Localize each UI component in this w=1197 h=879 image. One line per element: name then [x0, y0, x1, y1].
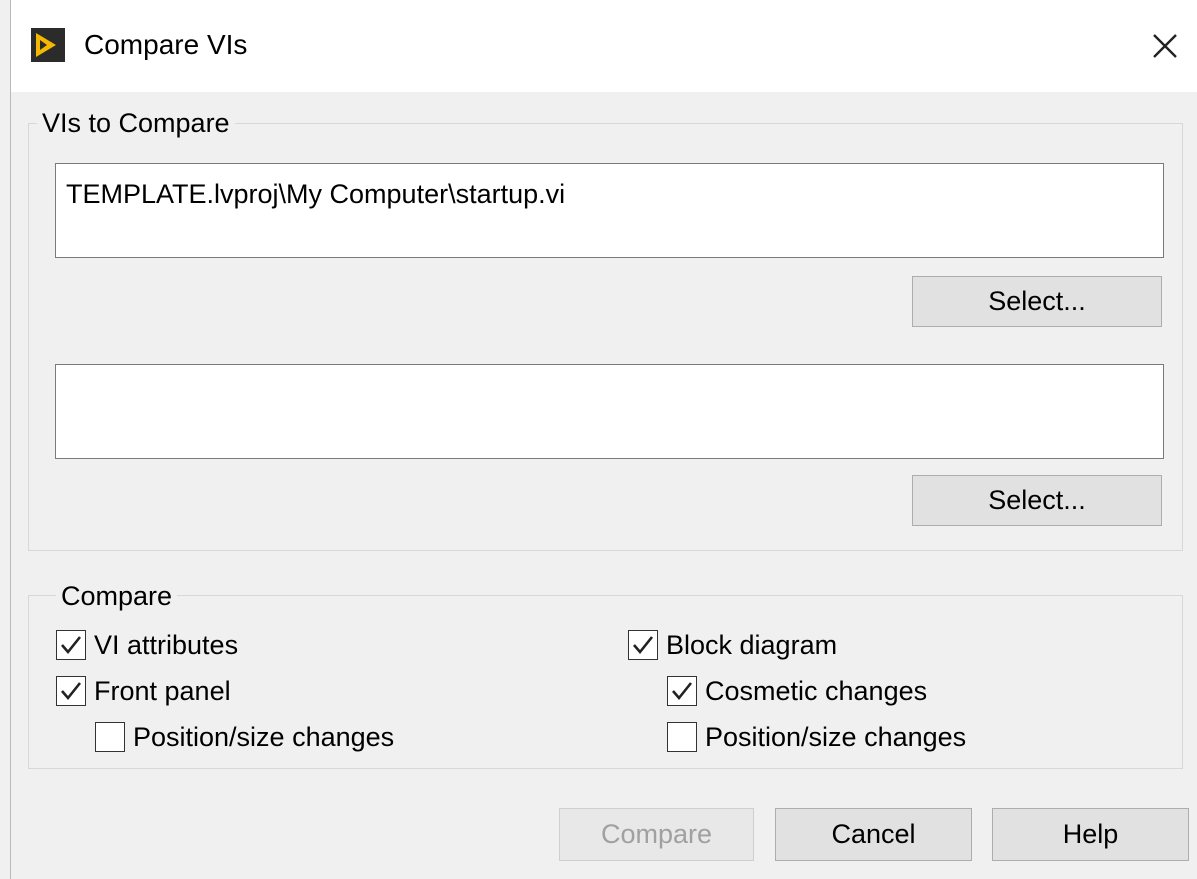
- vis-to-compare-title: VIs to Compare: [37, 107, 235, 139]
- labview-icon: [31, 28, 65, 62]
- checkbox-label: Position/size changes: [705, 722, 967, 752]
- checkbox-box[interactable]: [628, 630, 658, 660]
- vi-attributes-checkbox[interactable]: VI attributes: [56, 629, 238, 661]
- checkbox-label: Block diagram: [666, 630, 838, 660]
- window-title: Compare VIs: [84, 29, 248, 60]
- cancel-button[interactable]: Cancel: [775, 808, 972, 861]
- block-diagram-checkbox[interactable]: Block diagram: [628, 629, 837, 661]
- checkmark-icon: [672, 682, 693, 701]
- checkbox-box[interactable]: [56, 630, 86, 660]
- fp-position-size-checkbox[interactable]: Position/size changes: [95, 721, 394, 753]
- bd-cosmetic-changes-checkbox[interactable]: Cosmetic changes: [667, 675, 927, 707]
- vi1-select-button[interactable]: Select...: [912, 276, 1162, 327]
- bd-position-size-checkbox[interactable]: Position/size changes: [667, 721, 966, 753]
- compare-button[interactable]: Compare: [559, 808, 754, 861]
- checkbox-box[interactable]: [95, 722, 125, 752]
- front-panel-checkbox[interactable]: Front panel: [56, 675, 231, 707]
- vi2-path-field[interactable]: [55, 364, 1164, 459]
- close-button[interactable]: [1137, 18, 1193, 74]
- checkmark-icon: [633, 636, 654, 655]
- vi1-path-field[interactable]: TEMPLATE.lvproj\My Computer\startup.vi: [55, 163, 1164, 258]
- checkbox-box[interactable]: [667, 676, 697, 706]
- checkbox-label: Front panel: [94, 676, 231, 706]
- checkbox-label: VI attributes: [94, 630, 239, 660]
- vi2-select-button[interactable]: Select...: [912, 475, 1162, 526]
- checkmark-icon: [61, 636, 82, 655]
- checkmark-icon: [61, 682, 82, 701]
- checkbox-label: Cosmetic changes: [705, 676, 928, 706]
- compare-options-title: Compare: [56, 580, 178, 612]
- checkbox-box[interactable]: [667, 722, 697, 752]
- title-bar: Compare VIs: [11, 0, 1197, 92]
- close-icon[interactable]: [1151, 32, 1179, 60]
- checkbox-label: Position/size changes: [133, 722, 395, 752]
- help-button[interactable]: Help: [992, 808, 1189, 861]
- checkbox-box[interactable]: [56, 676, 86, 706]
- compare-vis-dialog: Compare VIs VIs to Compare TEMPLATE.lvpr…: [10, 0, 1197, 879]
